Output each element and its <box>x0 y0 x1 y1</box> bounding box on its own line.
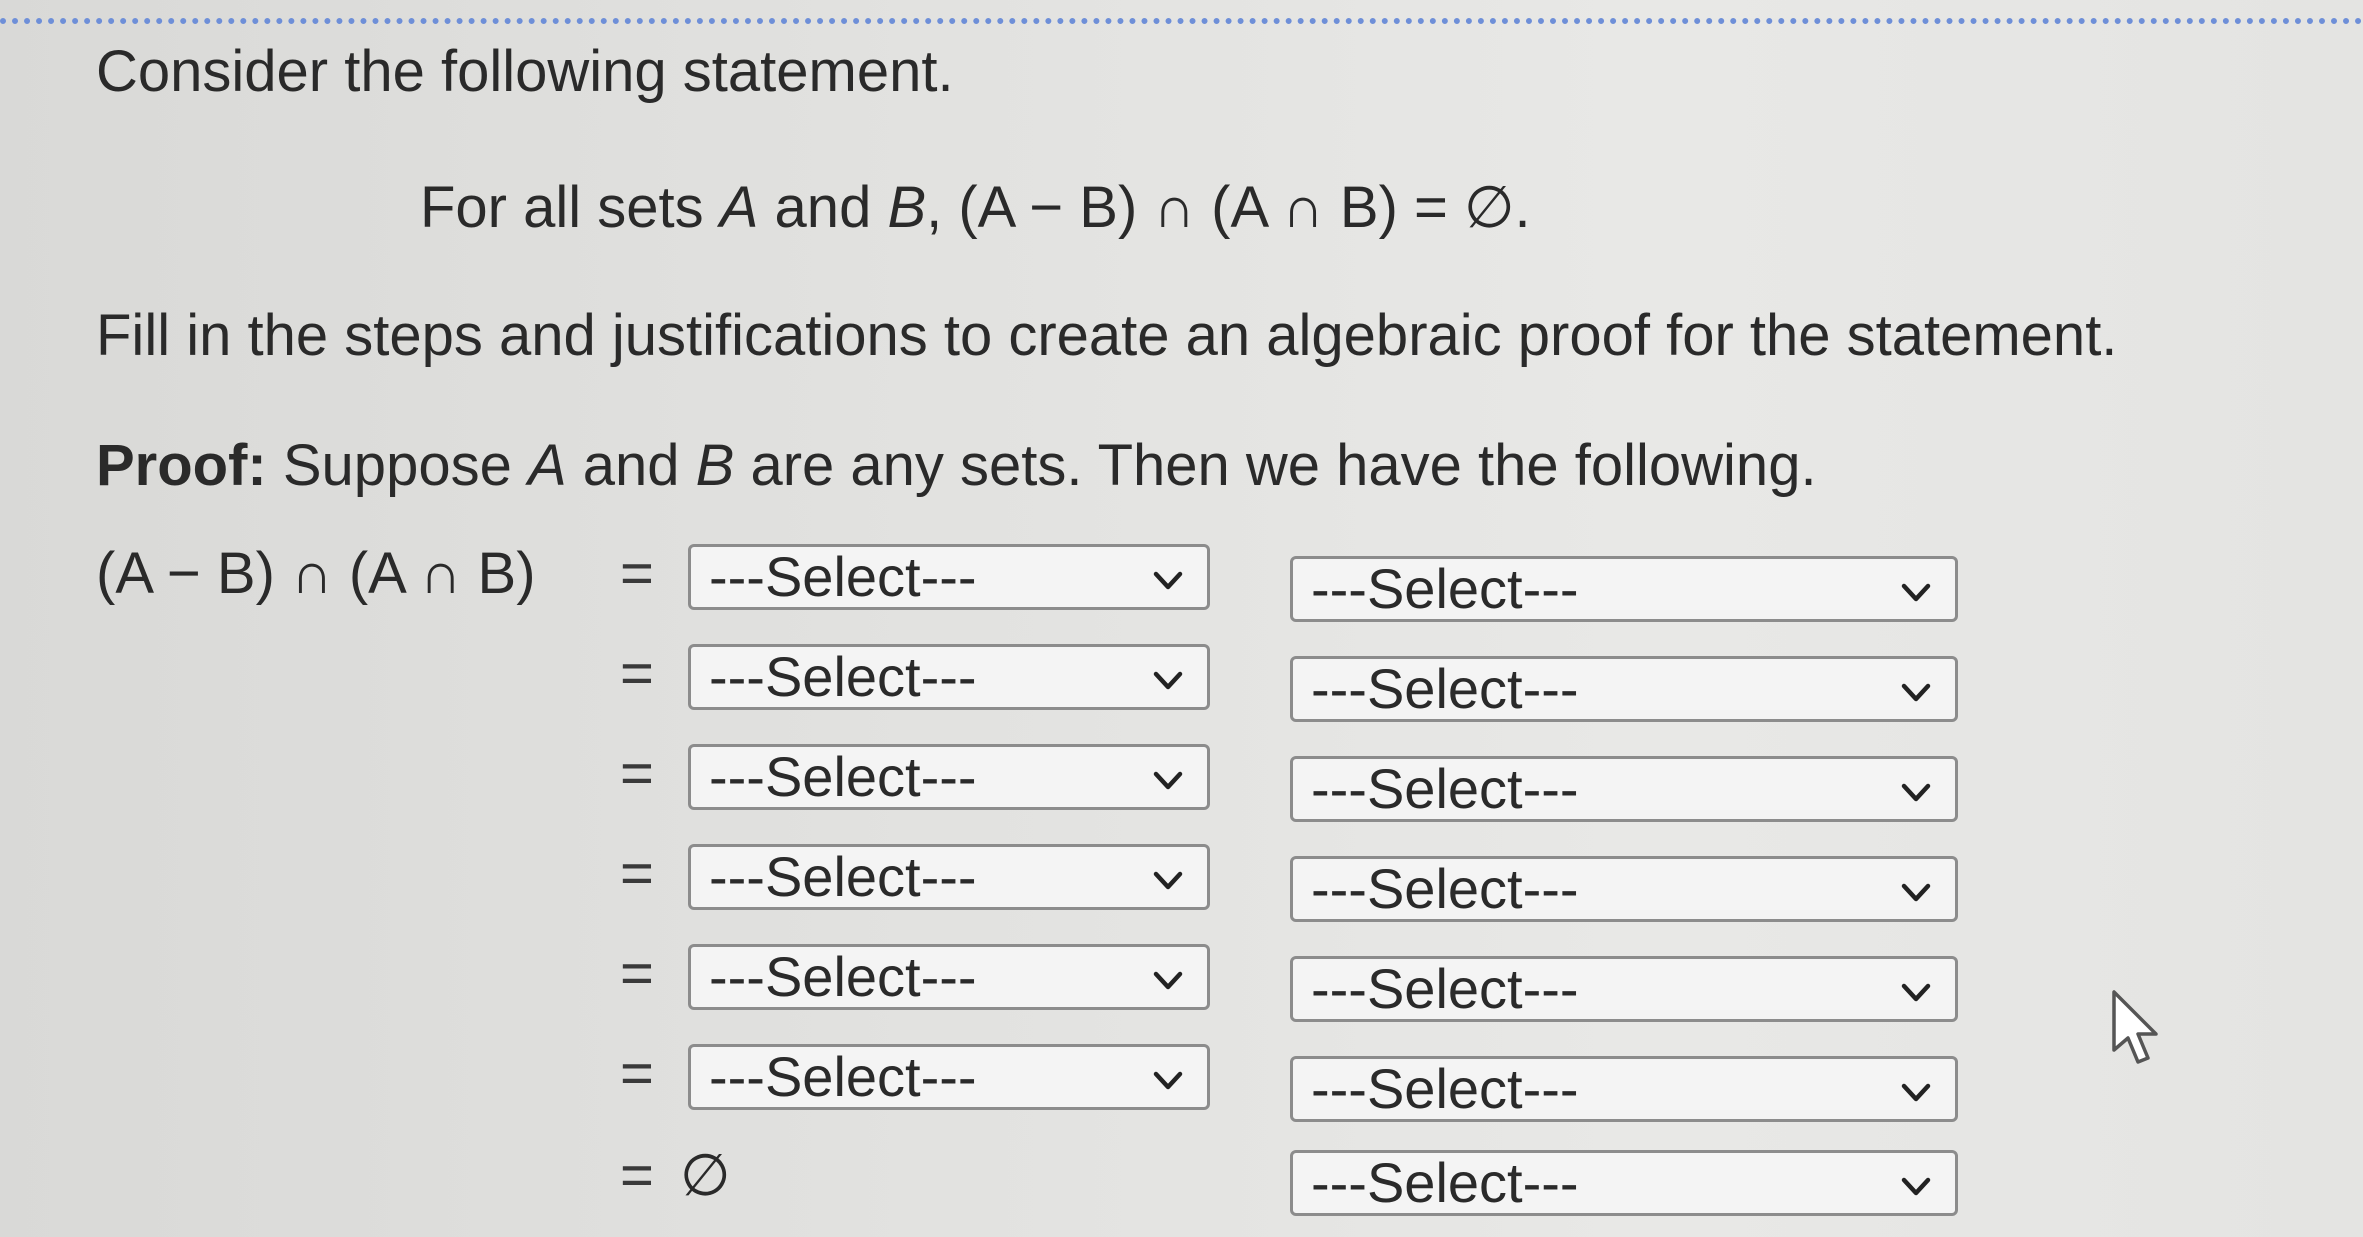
statement-and: and <box>758 175 888 240</box>
equals-sign: = <box>620 1143 654 1208</box>
select-label: ---Select--- <box>709 645 977 708</box>
select-label: ---Select--- <box>709 745 977 808</box>
select-label: ---Select--- <box>1311 1151 1579 1214</box>
select-label: ---Select--- <box>709 545 977 608</box>
proof-var-b: B <box>695 433 735 498</box>
justification-select-5[interactable]: ---Select--- <box>1290 956 1958 1022</box>
chevron-down-icon <box>1901 583 1931 602</box>
select-label: ---Select--- <box>1311 1057 1579 1120</box>
instruction-text: Fill in the steps and justifications to … <box>96 303 2118 368</box>
chevron-down-icon <box>1153 571 1183 590</box>
chevron-down-icon <box>1153 671 1183 690</box>
justification-select-6[interactable]: ---Select--- <box>1290 1056 1958 1122</box>
equals-sign: = <box>620 741 654 806</box>
justification-select-2[interactable]: ---Select--- <box>1290 656 1958 722</box>
step-select-6[interactable]: ---Select--- <box>688 1044 1210 1110</box>
chevron-down-icon <box>1153 1071 1183 1090</box>
select-label: ---Select--- <box>709 1045 977 1108</box>
equals-sign: = <box>620 941 654 1006</box>
step-select-3[interactable]: ---Select--- <box>688 744 1210 810</box>
select-label: ---Select--- <box>1311 957 1579 1020</box>
proof-text-before: Suppose <box>266 433 528 498</box>
equals-sign: = <box>620 841 654 906</box>
equals-sign: = <box>620 1041 654 1106</box>
statement-var-a: A <box>719 175 759 240</box>
chevron-down-icon <box>1901 983 1931 1002</box>
step-select-4[interactable]: ---Select--- <box>688 844 1210 910</box>
select-label: ---Select--- <box>1311 757 1579 820</box>
chevron-down-icon <box>1901 1177 1931 1196</box>
justification-select-3[interactable]: ---Select--- <box>1290 756 1958 822</box>
chevron-down-icon <box>1901 1083 1931 1102</box>
proof-intro: Proof: Suppose A and B are any sets. The… <box>96 430 1817 502</box>
dotted-top-border <box>0 18 2363 24</box>
statement: For all sets A and B, (A − B) ∩ (A ∩ B) … <box>420 172 1531 244</box>
chevron-down-icon <box>1901 783 1931 802</box>
select-label: ---Select--- <box>709 945 977 1008</box>
equals-sign: = <box>620 641 654 706</box>
statement-expression: , (A − B) ∩ (A ∩ B) = ∅. <box>926 175 1531 240</box>
step-select-5[interactable]: ---Select--- <box>688 944 1210 1010</box>
select-label: ---Select--- <box>1311 557 1579 620</box>
justification-select-final[interactable]: ---Select--- <box>1290 1150 1958 1216</box>
chevron-down-icon <box>1153 971 1183 990</box>
proof-text-after: are any sets. Then we have the following… <box>734 433 1817 498</box>
proof-and: and <box>566 433 696 498</box>
proof-lhs: (A − B) ∩ (A ∩ B) <box>96 541 536 606</box>
select-label: ---Select--- <box>709 845 977 908</box>
step-select-2[interactable]: ---Select--- <box>688 644 1210 710</box>
chevron-down-icon <box>1901 683 1931 702</box>
statement-var-b: B <box>887 175 927 240</box>
chevron-down-icon <box>1153 871 1183 890</box>
proof-label: Proof: <box>96 433 267 498</box>
intro-text: Consider the following statement. <box>96 39 954 104</box>
mouse-pointer-icon <box>2112 990 2158 1064</box>
step-select-1[interactable]: ---Select--- <box>688 544 1210 610</box>
proof-var-a: A <box>527 433 567 498</box>
justification-select-1[interactable]: ---Select--- <box>1290 556 1958 622</box>
chevron-down-icon <box>1153 771 1183 790</box>
equals-sign: = <box>620 541 654 606</box>
chevron-down-icon <box>1901 883 1931 902</box>
justification-select-4[interactable]: ---Select--- <box>1290 856 1958 922</box>
select-label: ---Select--- <box>1311 657 1579 720</box>
empty-set-value: ∅ <box>680 1143 731 1208</box>
select-label: ---Select--- <box>1311 857 1579 920</box>
statement-prefix: For all sets <box>420 175 720 240</box>
